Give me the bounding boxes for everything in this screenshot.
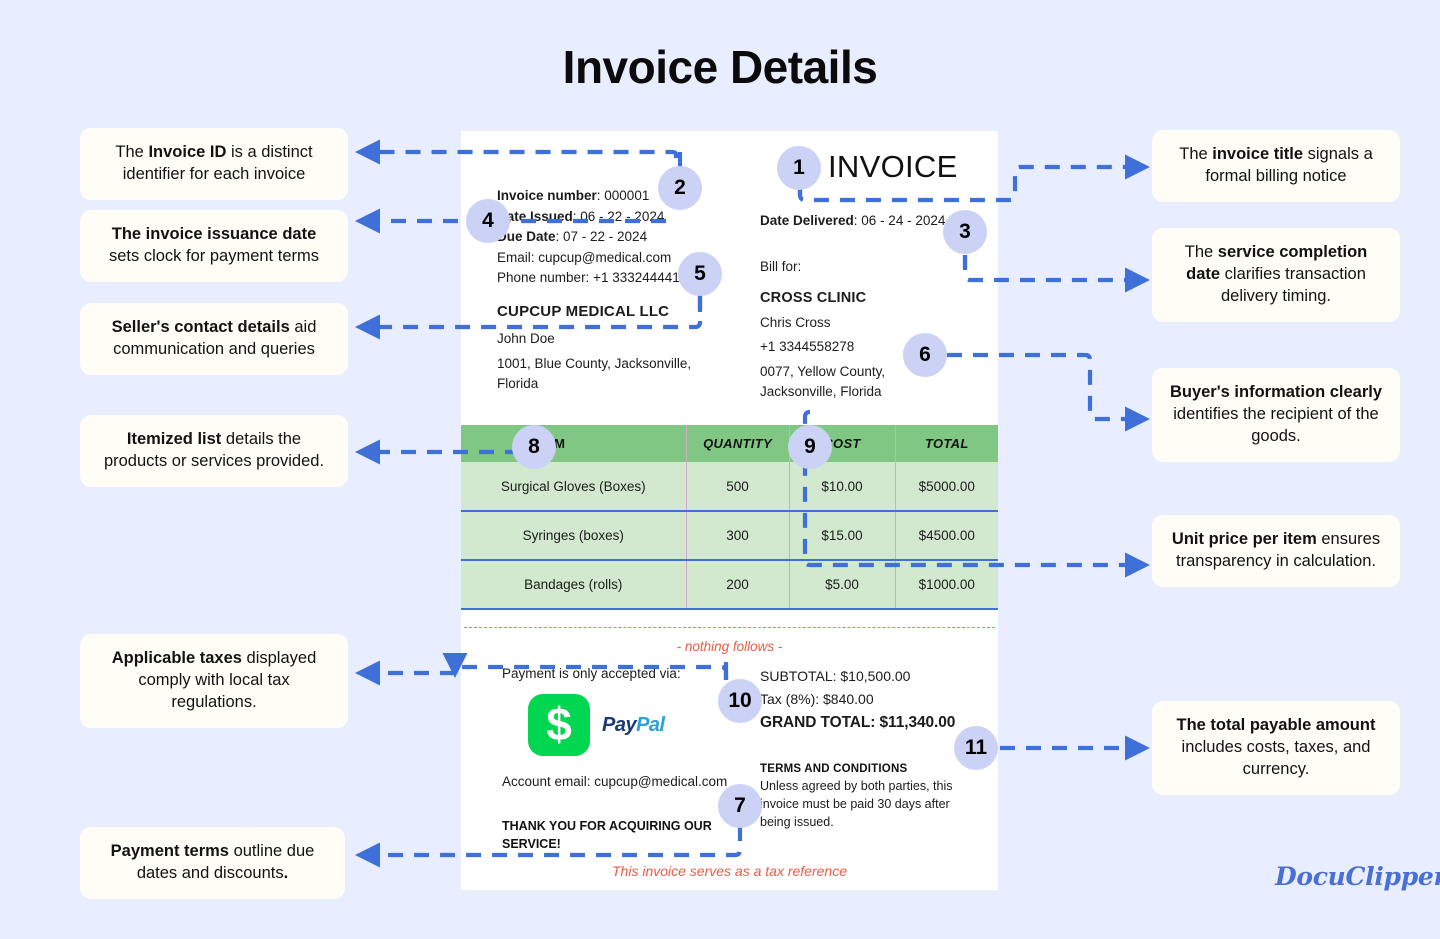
badge-9[interactable]: 9 [788,425,832,469]
badge-8[interactable]: 8 [512,425,556,469]
badge-3[interactable]: 3 [943,210,987,254]
badge-10[interactable]: 10 [718,679,762,723]
badge-2[interactable]: 2 [658,166,702,210]
badge-5[interactable]: 5 [678,252,722,296]
badge-11[interactable]: 11 [954,726,998,770]
badge-7[interactable]: 7 [718,784,762,828]
badge-4[interactable]: 4 [466,199,510,243]
badge-1[interactable]: 1 [777,146,821,190]
badge-6[interactable]: 6 [903,333,947,377]
